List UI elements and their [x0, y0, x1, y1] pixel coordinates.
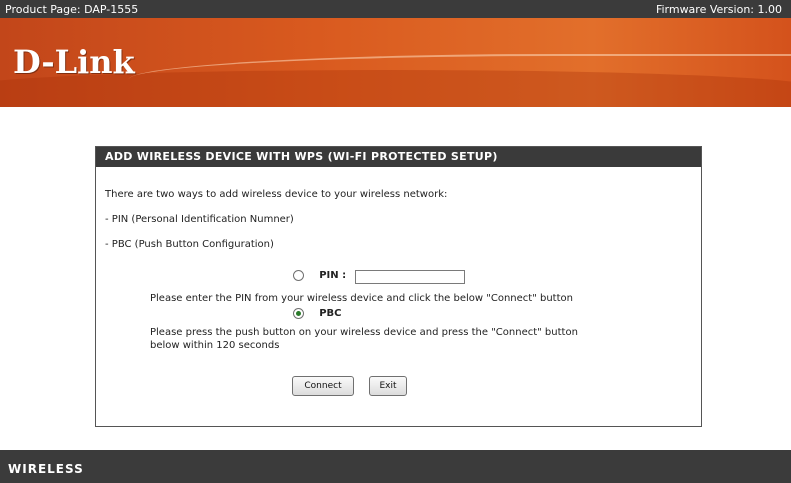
pin-label: PIN : — [319, 270, 347, 281]
panel-title: ADD WIRELESS DEVICE WITH WPS (WI-FI PROT… — [96, 147, 701, 167]
section-label: WIRELESS — [8, 462, 84, 476]
option-pbc-text: - PBC (Push Button Configuration) — [105, 239, 274, 250]
top-info-bar: Product Page: DAP-1555 Firmware Version:… — [0, 0, 791, 18]
connect-button[interactable]: Connect — [292, 376, 354, 396]
pin-help-text: Please enter the PIN from your wireless … — [150, 293, 573, 304]
brand-banner: D-Link — [0, 18, 791, 107]
exit-button[interactable]: Exit — [369, 376, 407, 396]
pbc-help-line2: below within 120 seconds — [150, 340, 280, 351]
intro-text: There are two ways to add wireless devic… — [105, 189, 448, 200]
wps-panel: ADD WIRELESS DEVICE WITH WPS (WI-FI PROT… — [95, 146, 702, 427]
pbc-help-line1: Please press the push button on your wir… — [150, 327, 578, 338]
product-page-label: Product Page: DAP-1555 — [5, 3, 139, 16]
dlink-logo: D-Link — [13, 43, 135, 81]
pbc-radio[interactable] — [293, 308, 304, 319]
banner-swoosh-line — [122, 54, 791, 96]
pin-option-row: PIN : — [293, 270, 346, 286]
pin-input[interactable] — [355, 270, 465, 284]
section-footer-bar: WIRELESS — [0, 450, 791, 483]
firmware-version-label: Firmware Version: 1.00 — [655, 3, 782, 16]
option-pin-text: - PIN (Personal Identification Numner) — [105, 214, 294, 225]
pbc-option-row: PBC — [293, 308, 341, 324]
pin-radio[interactable] — [293, 270, 304, 281]
pbc-label: PBC — [319, 308, 342, 319]
